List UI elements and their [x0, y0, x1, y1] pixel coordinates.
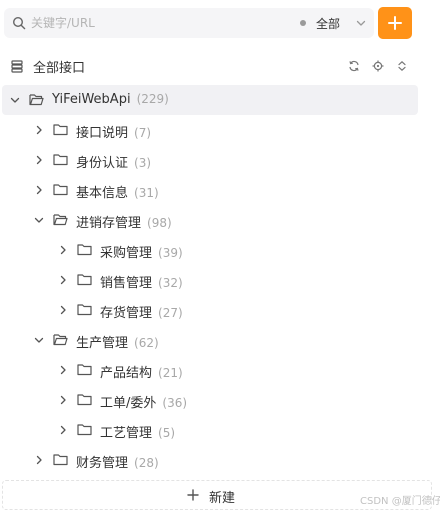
tree-node-label: 产品结构 (21)	[100, 366, 183, 381]
tree-node-n5[interactable]: 生产管理 (62)	[2, 325, 418, 355]
tree-node-n1[interactable]: 接口说明 (7)	[2, 115, 418, 145]
watermark-text: CSDN @厦门德仔	[360, 496, 440, 507]
tree-node-n4c[interactable]: 存货管理 (27)	[2, 295, 418, 325]
folder-open-icon	[53, 334, 68, 346]
folder-icon	[77, 244, 92, 256]
tree-node-label: 接口说明 (7)	[76, 126, 152, 141]
tree-node-label: 销售管理 (32)	[100, 276, 183, 291]
folder-icon	[77, 424, 92, 436]
tree-node-label: 基本信息 (31)	[76, 186, 159, 201]
tree-node-n4a[interactable]: 采购管理 (39)	[2, 235, 418, 265]
chevron-down-icon[interactable]	[9, 94, 21, 106]
tree-node-n4b[interactable]: 销售管理 (32)	[2, 265, 418, 295]
chevron-down-icon[interactable]	[33, 214, 45, 226]
section-header: 全部接口	[0, 52, 420, 80]
folder-icon	[53, 454, 68, 466]
tree-node-root[interactable]: YiFeiWebApi (229)	[2, 85, 418, 115]
tree-node-n4[interactable]: 进销存管理 (98)	[2, 205, 418, 235]
add-button[interactable]	[378, 7, 412, 39]
search-box[interactable]: 全部	[4, 8, 374, 38]
tree-node-n6[interactable]: 财务管理 (28)	[2, 445, 418, 475]
chevron-right-icon[interactable]	[33, 154, 45, 166]
search-icon	[12, 16, 26, 30]
top-bar: 全部	[0, 0, 440, 46]
locate-icon[interactable]	[372, 60, 384, 72]
expand-collapse-icon[interactable]	[396, 60, 408, 72]
chevron-down-icon[interactable]	[355, 17, 367, 29]
chevron-right-icon[interactable]	[57, 364, 69, 376]
refresh-icon[interactable]	[348, 60, 360, 72]
tree-node-label: YiFeiWebApi (229)	[52, 92, 169, 107]
chevron-right-icon[interactable]	[57, 424, 69, 436]
tree-node-label: 存货管理 (27)	[100, 306, 183, 321]
chevron-right-icon[interactable]	[57, 244, 69, 256]
chevron-right-icon[interactable]	[33, 454, 45, 466]
tree-node-n5a[interactable]: 产品结构 (21)	[2, 355, 418, 385]
chevron-right-icon[interactable]	[33, 184, 45, 196]
tree-node-label: 工单/委外 (36)	[100, 396, 188, 411]
tree-node-label: 工艺管理 (5)	[100, 426, 176, 441]
new-item-label: 新建	[209, 491, 236, 506]
folder-icon	[77, 274, 92, 286]
folder-icon	[53, 124, 68, 136]
tree-node-label: 财务管理 (28)	[76, 456, 159, 471]
chevron-right-icon[interactable]	[33, 124, 45, 136]
tree-node-label: 身份认证 (3)	[76, 156, 152, 171]
tree-node-n5c[interactable]: 工艺管理 (5)	[2, 415, 418, 445]
plus-icon	[388, 16, 402, 30]
folder-icon	[77, 364, 92, 376]
tree-node-label: 进销存管理 (98)	[76, 216, 172, 231]
chevron-right-icon[interactable]	[57, 274, 69, 286]
api-list-icon	[11, 60, 23, 73]
folder-icon	[77, 304, 92, 316]
folder-icon	[53, 184, 68, 196]
section-title: 全部接口	[33, 61, 86, 76]
folder-open-icon	[53, 214, 68, 226]
folder-open-icon	[29, 94, 44, 106]
chevron-down-icon[interactable]	[33, 334, 45, 346]
folder-icon	[53, 154, 68, 166]
tree-node-n5b[interactable]: 工单/委外 (36)	[2, 385, 418, 415]
chevron-right-icon[interactable]	[57, 394, 69, 406]
tree-node-label: 生产管理 (62)	[76, 336, 159, 351]
search-input[interactable]	[31, 12, 261, 34]
plus-icon	[187, 489, 199, 501]
chevron-right-icon[interactable]	[57, 304, 69, 316]
folder-icon	[77, 394, 92, 406]
tree-node-n3[interactable]: 基本信息 (31)	[2, 175, 418, 205]
tree-node-label: 采购管理 (39)	[100, 246, 183, 261]
tree-node-n2[interactable]: 身份认证 (3)	[2, 145, 418, 175]
filter-select-label[interactable]: 全部	[316, 15, 340, 32]
filter-status-dot	[300, 20, 306, 26]
